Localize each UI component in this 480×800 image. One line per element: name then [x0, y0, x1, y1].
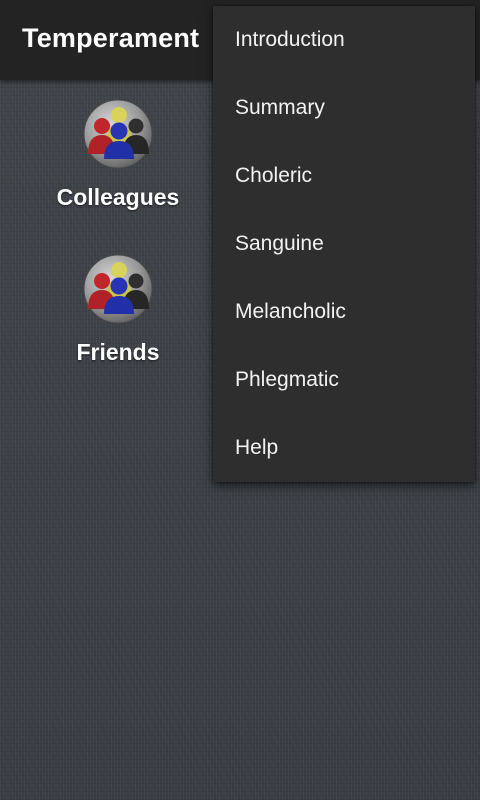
menu-item-help[interactable]: Help — [213, 414, 475, 482]
group-friends[interactable]: Friends — [36, 253, 200, 366]
people-group-icon — [83, 254, 153, 324]
group-label: Friends — [76, 339, 160, 365]
people-group-icon — [83, 99, 153, 169]
menu-item-melancholic[interactable]: Melancholic — [213, 278, 475, 346]
menu-item-sanguine[interactable]: Sanguine — [213, 210, 475, 278]
menu-item-introduction[interactable]: Introduction — [213, 6, 475, 74]
menu-item-phlegmatic[interactable]: Phlegmatic — [213, 346, 475, 414]
overflow-menu: Introduction Summary Choleric Sanguine M… — [213, 6, 475, 482]
menu-item-summary[interactable]: Summary — [213, 74, 475, 142]
menu-item-choleric[interactable]: Choleric — [213, 142, 475, 210]
group-label: Colleagues — [56, 184, 180, 210]
app-title: Temperament — [22, 23, 200, 53]
group-colleagues[interactable]: Colleagues — [36, 98, 200, 211]
